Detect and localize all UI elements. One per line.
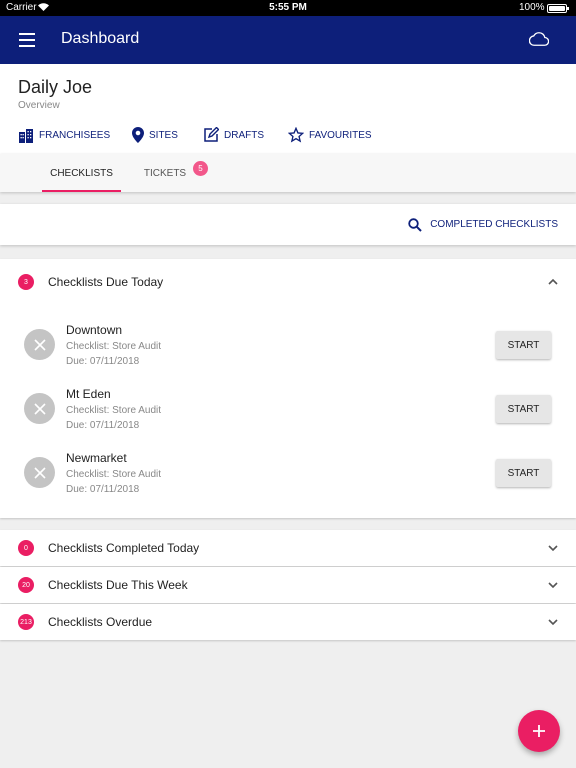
overdue-title: Checklists Overdue [48, 615, 153, 629]
site-name: Mt Eden [66, 387, 111, 401]
completed-today-header[interactable]: 0 Checklists Completed Today [0, 530, 576, 566]
checklist-name: Checklist: Store Audit [66, 405, 162, 416]
due-date: Due: 07/11/2018 [66, 420, 140, 431]
account-name: Daily Joe [18, 77, 93, 97]
start-button[interactable]: START [496, 395, 551, 423]
chevron-down-icon [548, 619, 558, 626]
nav-drafts[interactable]: DRAFTS [203, 126, 264, 144]
checklist-item: Mt Eden Checklist: Store Audit Due: 07/1… [0, 380, 576, 444]
start-button[interactable]: START [496, 459, 551, 487]
page-title: Dashboard [61, 30, 140, 47]
chevron-down-icon [548, 582, 558, 589]
tab-tickets[interactable]: TICKETS [130, 154, 200, 192]
overdue-panel: 213 Checklists Overdue [0, 604, 576, 640]
due-today-count-badge: 3 [18, 274, 34, 290]
tab-checklists[interactable]: CHECKLISTS [42, 154, 121, 192]
edit-icon [204, 127, 219, 142]
nav-franchisees[interactable]: FRANCHISEES [18, 126, 110, 144]
battery-icon [547, 4, 569, 13]
cloud-icon[interactable] [529, 31, 549, 47]
app-bar: Dashboard [0, 16, 576, 64]
due-date: Due: 07/11/2018 [66, 356, 140, 367]
tab-bar: CHECKLISTS TICKETS [0, 154, 576, 192]
location-pin-icon [132, 127, 144, 143]
chevron-down-icon [548, 545, 558, 552]
site-name: Newmarket [66, 451, 127, 465]
due-today-header[interactable]: 3 Checklists Due Today [0, 259, 576, 305]
start-button[interactable]: START [496, 331, 551, 359]
nav-franchisees-label: FRANCHISEES [39, 129, 111, 141]
due-date: Due: 07/11/2018 [66, 484, 140, 495]
chevron-up-icon [548, 278, 558, 285]
due-this-week-header[interactable]: 20 Checklists Due This Week [0, 567, 576, 603]
due-today-title: Checklists Due Today [48, 275, 164, 289]
completed-today-count-badge: 0 [18, 540, 34, 556]
account-header: Daily Joe Overview FRANCHISEES SITES DRA… [0, 64, 576, 154]
checklist-name: Checklist: Store Audit [66, 469, 162, 480]
battery-percent: 100% [519, 2, 545, 13]
due-this-week-title: Checklists Due This Week [48, 578, 188, 592]
add-button[interactable] [518, 710, 560, 752]
due-today-panel: 3 Checklists Due Today Downtown Checklis… [0, 259, 576, 518]
clock: 5:55 PM [269, 2, 307, 13]
due-this-week-count-badge: 20 [18, 577, 34, 593]
star-icon [288, 127, 304, 143]
completed-today-panel: 0 Checklists Completed Today [0, 530, 576, 566]
nav-drafts-label: DRAFTS [224, 129, 264, 141]
tickets-count-badge: 5 [193, 161, 208, 176]
nav-favourites-label: FAVOURITES [309, 129, 372, 141]
completed-checklists-button[interactable]: COMPLETED CHECKLISTS [408, 204, 558, 245]
status-bar: Carrier 5:55 PM 100% [0, 0, 576, 16]
close-icon[interactable] [24, 457, 55, 488]
checklist-name: Checklist: Store Audit [66, 341, 162, 352]
plus-icon [533, 725, 545, 737]
menu-icon[interactable] [19, 33, 35, 47]
completed-checklists-label: COMPLETED CHECKLISTS [430, 219, 558, 230]
search-icon [408, 217, 422, 232]
checklist-item: Downtown Checklist: Store Audit Due: 07/… [0, 316, 576, 380]
nav-sites[interactable]: SITES [132, 126, 178, 144]
close-icon[interactable] [24, 393, 55, 424]
nav-favourites[interactable]: FAVOURITES [288, 126, 372, 144]
quick-nav: FRANCHISEES SITES DRAFTS FAVOURITES [0, 126, 576, 144]
site-name: Downtown [66, 323, 123, 337]
franchisees-icon [19, 128, 33, 143]
completed-today-title: Checklists Completed Today [48, 541, 200, 555]
account-subtitle: Overview [18, 100, 60, 111]
close-icon[interactable] [24, 329, 55, 360]
overdue-header[interactable]: 213 Checklists Overdue [0, 604, 576, 640]
checklist-item: Newmarket Checklist: Store Audit Due: 07… [0, 444, 576, 508]
completed-checklists-card: COMPLETED CHECKLISTS [0, 204, 576, 245]
nav-sites-label: SITES [149, 129, 178, 141]
due-this-week-panel: 20 Checklists Due This Week [0, 567, 576, 603]
overdue-count-badge: 213 [18, 614, 34, 630]
